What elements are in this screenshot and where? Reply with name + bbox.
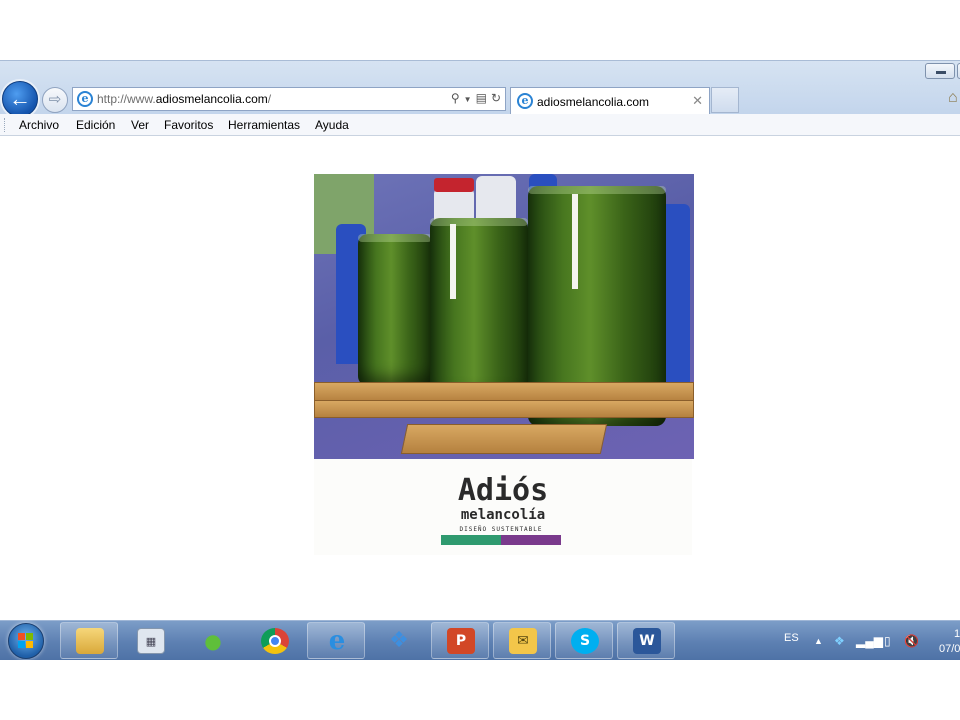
logo-bar-purple [501, 535, 561, 545]
close-icon[interactable]: ✕ [692, 93, 703, 109]
taskbar-internet-explorer[interactable]: e [307, 622, 365, 659]
logo-subtitle: melancolía [460, 507, 546, 523]
taskbar-powerpoint[interactable]: P [431, 622, 489, 659]
taskbar-chrome[interactable] [245, 622, 303, 659]
taskbar-messenger[interactable]: ● [183, 622, 241, 659]
battery-icon[interactable]: ▯ [884, 634, 891, 648]
menu-ver[interactable]: Ver [131, 118, 149, 132]
logo-tagline: DISEÑO SUSTENTABLE [459, 526, 543, 533]
taskbar-outlook[interactable]: ✉ [493, 622, 551, 659]
dropbox-icon: ❖ [389, 628, 409, 653]
skype-icon: S [571, 628, 599, 654]
logo-bar-green [441, 535, 501, 545]
back-button[interactable]: ← [2, 81, 38, 117]
url-domain: adiosmelancolia.com [155, 92, 268, 106]
arrow-left-icon: ← [9, 86, 31, 111]
clock-time[interactable]: 1 [954, 628, 960, 640]
tab-title: adiosmelancolia.com [537, 95, 650, 109]
show-hidden-icons-icon[interactable]: ▲ [814, 636, 823, 646]
taskbar-skype[interactable]: S [555, 622, 613, 659]
url-suffix: / [267, 92, 272, 106]
menu-bar: Archivo Edición Ver Favoritos Herramient… [0, 114, 960, 136]
internet-explorer-icon: e [328, 626, 346, 656]
ie-favicon-icon: e [77, 91, 93, 107]
system-tray: ES ▲ ❖ ▂▄▆ ▯ 🔇 1 07/0 [780, 621, 960, 661]
browser-chrome: ← ⇨ e http://www.adiosmelancolia.com/ ⚲ ▼… [0, 60, 960, 117]
menu-archivo[interactable]: Archivo [19, 118, 59, 132]
taskbar-explorer[interactable] [60, 622, 118, 659]
tab-active[interactable]: e adiosmelancolia.com ✕ [510, 87, 710, 115]
menu-ayuda[interactable]: Ayuda [315, 118, 349, 132]
explorer-icon [76, 628, 104, 654]
messenger-icon: ● [204, 629, 222, 653]
toolbar-grip [4, 118, 6, 132]
logo-title: Adiós [457, 473, 549, 508]
url-text[interactable]: http://www.adiosmelancolia.com/ [97, 92, 271, 106]
photo-pallet [314, 382, 694, 402]
outlook-icon: ✉ [509, 628, 537, 654]
photo-red-cap [434, 178, 474, 192]
photo-green-glass [430, 218, 528, 402]
search-icon[interactable]: ⚲ [451, 91, 460, 105]
arrow-right-icon: ⇨ [48, 91, 62, 108]
word-icon: W [633, 628, 661, 654]
brand-logo[interactable]: Adiós melancolía DISEÑO SUSTENTABLE [314, 459, 692, 555]
menu-herramientas[interactable]: Herramientas [228, 118, 300, 132]
language-indicator[interactable]: ES [784, 632, 799, 644]
start-button[interactable] [8, 623, 44, 659]
address-bar[interactable]: e http://www.adiosmelancolia.com/ ⚲ ▼ ▤ ↻ [72, 87, 506, 111]
dropbox-tray-icon[interactable]: ❖ [834, 634, 845, 648]
new-tab-button[interactable] [711, 87, 739, 113]
network-signal-icon[interactable]: ▂▄▆ [856, 634, 883, 648]
calculator-icon: ▦ [137, 628, 165, 654]
ie-favicon-icon: e [517, 93, 533, 109]
compatibility-view-icon[interactable]: ▤ [476, 91, 487, 105]
photo-label [572, 194, 578, 289]
taskbar-calculator[interactable]: ▦ [121, 622, 179, 659]
chrome-icon [261, 628, 289, 654]
photo-label [450, 224, 456, 299]
photo-pallet [314, 400, 694, 418]
menu-favoritos[interactable]: Favoritos [164, 118, 213, 132]
refresh-icon[interactable]: ↻ [491, 91, 501, 105]
minimize-button[interactable] [925, 63, 955, 79]
taskbar: ▦ ● e ❖ P ✉ S W ES ▲ ❖ ▂▄▆ ▯ 🔇 1 07/0 [0, 620, 960, 660]
url-prefix: http://www. [97, 92, 156, 106]
taskbar-word[interactable]: W [617, 622, 675, 659]
clock-date[interactable]: 07/0 [939, 643, 960, 655]
dropdown-chevron-icon[interactable]: ▼ [464, 95, 472, 104]
taskbar-dropbox[interactable]: ❖ [369, 622, 427, 659]
volume-muted-icon[interactable]: 🔇 [904, 634, 919, 648]
windows-logo-icon [18, 633, 34, 649]
menu-edicion[interactable]: Edición [76, 118, 115, 132]
photo-green-glass [358, 234, 432, 386]
photo-pallet [400, 424, 608, 454]
home-icon[interactable]: ⌂ [948, 89, 958, 107]
powerpoint-icon: P [447, 628, 475, 654]
hero-photo [314, 174, 694, 459]
forward-button[interactable]: ⇨ [42, 87, 68, 113]
